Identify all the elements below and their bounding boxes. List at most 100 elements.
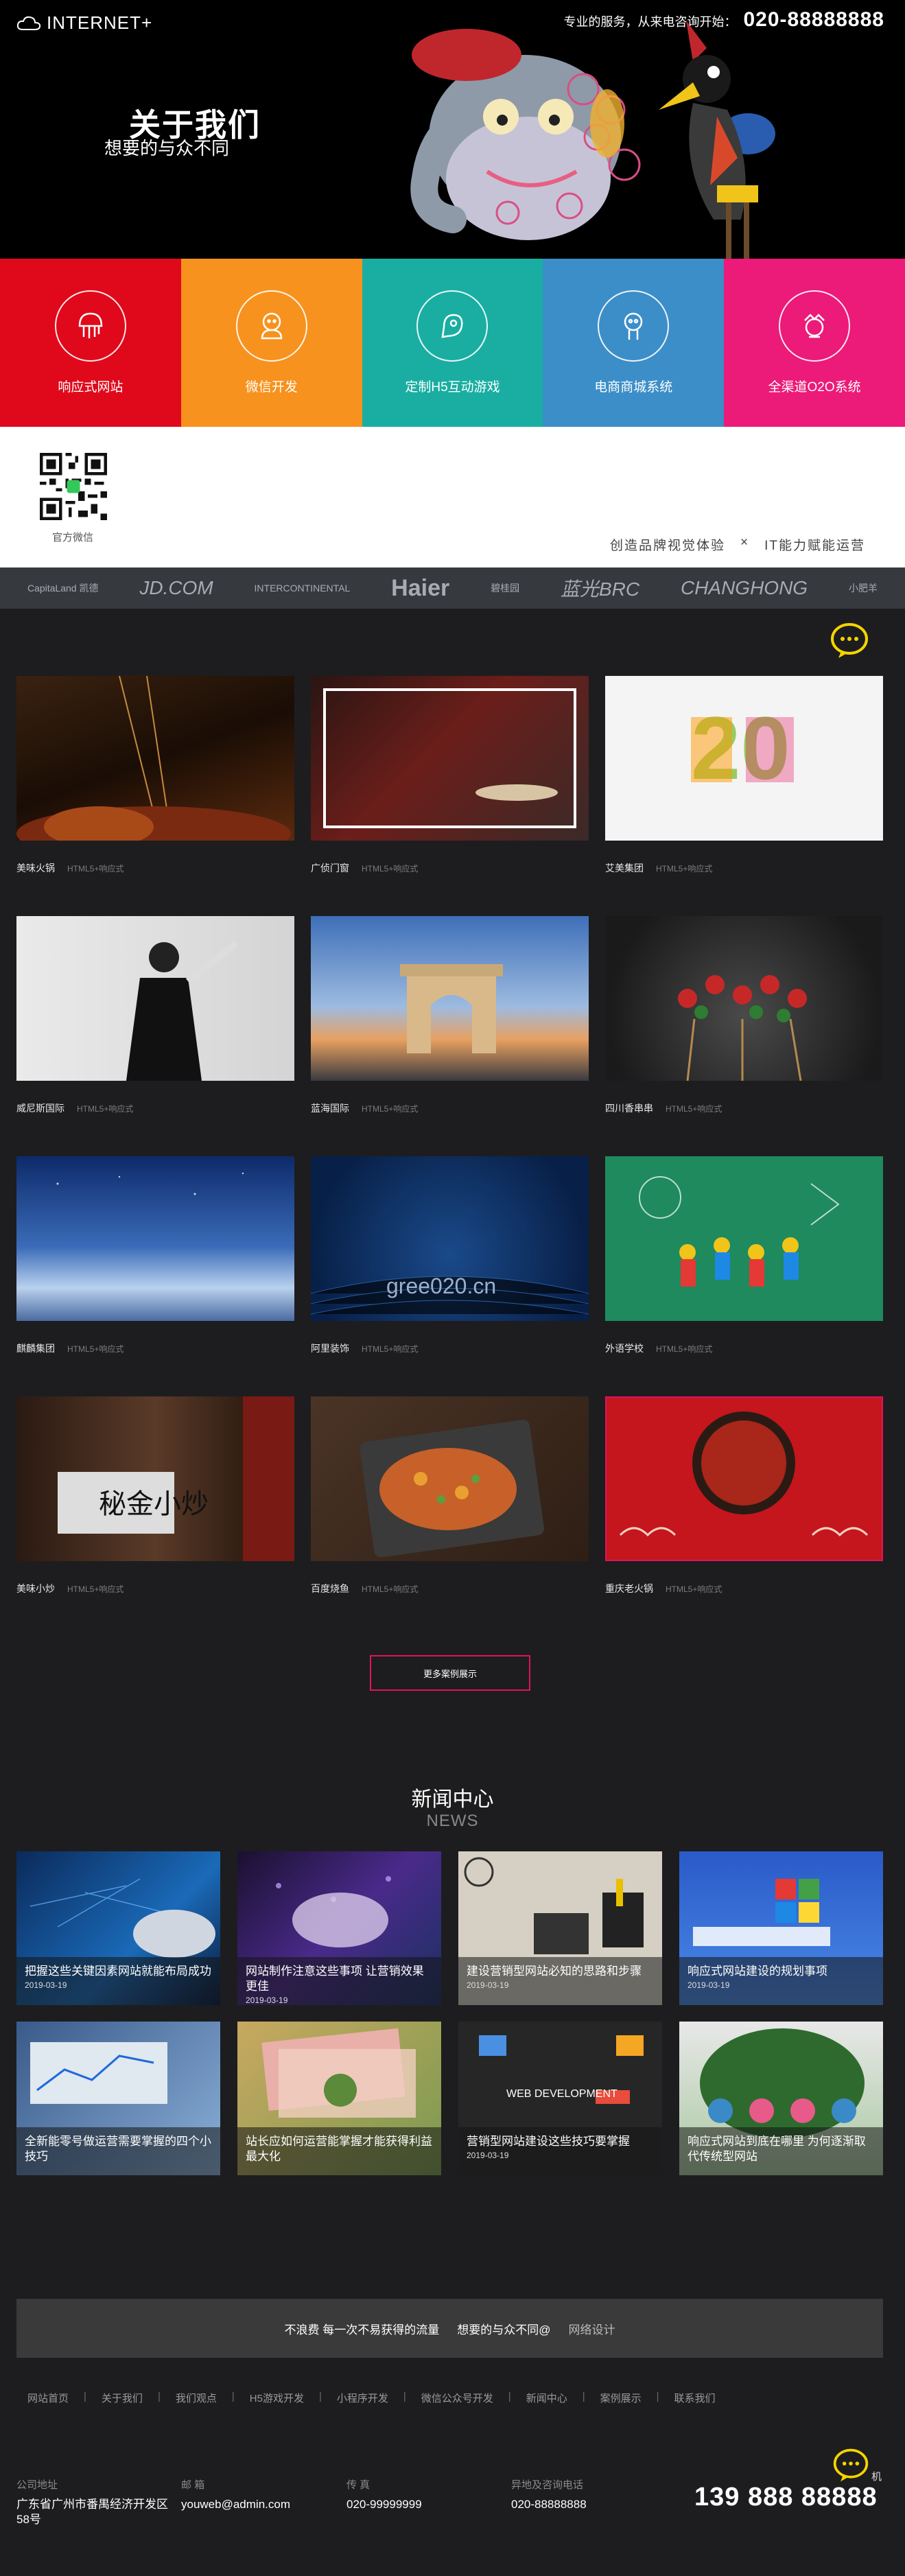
service-responsive-site[interactable]: 响应式网站	[0, 259, 181, 427]
service-h5-game[interactable]: 定制H5互动游戏	[362, 259, 543, 427]
case-name: 阿里装饰	[311, 1343, 349, 1354]
case-card[interactable]: 广侦门窗 HTML5+响应式	[311, 676, 589, 875]
services-bar: 响应式网站 微信开发 定制H5互动游戏 电商商城系统 全渠道O2O系统	[0, 259, 905, 427]
case-thumbnail	[311, 676, 589, 841]
contact-label: 公司地址	[16, 2479, 58, 2491]
news-subtitle: NEWS	[426, 1812, 479, 1830]
contact-label: 邮 箱	[181, 2479, 205, 2491]
news-card[interactable]: 响应式网站到底在哪里 为何逐渐取代传统型网站	[679, 2022, 883, 2175]
news-title-text: 网站制作注意这些事项 让营销效果更佳	[246, 1965, 424, 1993]
case-card[interactable]: 威尼斯国际 HTML5+响应式	[16, 916, 294, 1115]
case-thumbnail	[605, 1156, 883, 1321]
case-card[interactable]: 20 艾美集团 HTML5+响应式	[605, 676, 883, 875]
service-wechat-dev[interactable]: 微信开发	[180, 259, 362, 427]
case-card[interactable]: 秘金小炒 美味小炒 HTML5+响应式	[16, 1396, 294, 1595]
partner-logo[interactable]: Haier	[391, 575, 449, 602]
case-thumbnail: 秘金小炒	[16, 1396, 294, 1561]
case-poster-char: 秘金小炒	[99, 1488, 209, 1520]
case-name: 外语学校	[605, 1343, 644, 1354]
footer-big-phone[interactable]: 139 888 88888	[694, 2483, 878, 2512]
footer-link-contact[interactable]: 联系我们	[674, 2391, 716, 2405]
chat-bubble-icon[interactable]	[832, 2446, 870, 2484]
news-card[interactable]: 响应式网站建设的规划事项 2019-03-19	[679, 1851, 883, 2005]
partner-logo[interactable]: JD.COM	[139, 577, 213, 599]
contact-value[interactable]: 020-88888888	[511, 2497, 587, 2512]
partner-logo[interactable]: CHANGHONG	[681, 577, 808, 599]
partner-logo[interactable]: 碧桂园	[491, 581, 519, 595]
news-title: 新闻中心	[411, 1788, 494, 1811]
contact-address: 公司地址 广东省广州市番禺经济开发区58号	[16, 2477, 174, 2527]
case-tag: HTML5+响应式	[67, 1344, 124, 1354]
service-label: 电商商城系统	[594, 380, 673, 395]
hero-banner: INTERNET+ 专业的服务，从来电咨询开始： 020-88888888 关于…	[0, 0, 905, 259]
news-title-text: 响应式网站到底在哪里 为何逐渐取代传统型网站	[687, 2135, 866, 2163]
o2o-character-icon	[779, 290, 851, 362]
case-thumbnail	[16, 676, 294, 841]
case-name: 重庆老火锅	[605, 1583, 653, 1594]
contact-label: 异地及咨询电话	[511, 2479, 584, 2491]
news-card[interactable]: 站长应如何运营能掌握才能获得利益最大化	[237, 2022, 441, 2175]
case-card[interactable]: 外语学校 HTML5+响应式	[605, 1156, 883, 1355]
slogan-separator: ×	[740, 535, 750, 550]
footer-banner: 不浪费 每一次不易获得的流量 想要的与众不同@ 网络设计	[16, 2299, 883, 2358]
game-character-icon	[416, 290, 489, 362]
case-card[interactable]: 美味火锅 HTML5+响应式	[16, 676, 294, 875]
qr-caption: 官方微信	[52, 532, 94, 543]
news-date: 2019-03-19	[687, 1980, 730, 1990]
contact-email: 邮 箱 youweb@admin.com	[181, 2477, 290, 2512]
more-cases-button[interactable]: 更多案例展示	[370, 1655, 530, 1691]
case-thumbnail: gree020.cn	[311, 1156, 589, 1321]
logo[interactable]: INTERNET+	[16, 12, 152, 34]
slogan-left: 创造品牌视觉体验	[609, 539, 725, 553]
news-card[interactable]: 全新能零号做运营需要掌握的四个小技巧	[16, 2022, 220, 2175]
qr-code-image	[40, 453, 107, 520]
partner-logo[interactable]: 蓝光BRC	[561, 574, 639, 602]
service-label: 微信开发	[245, 380, 298, 395]
case-card[interactable]: 四川香串串 HTML5+响应式	[605, 916, 883, 1115]
case-card[interactable]: 百度烧鱼 HTML5+响应式	[311, 1396, 589, 1595]
footer-link-h5[interactable]: H5游戏开发	[250, 2391, 304, 2405]
slogan-right: IT能力赋能运营	[764, 539, 865, 553]
news-title-text: 营销型网站建设这些技巧要掌握	[467, 2135, 630, 2148]
case-tag: HTML5+响应式	[362, 1104, 419, 1114]
nav-separator: |	[84, 2391, 86, 2402]
nav-separator: |	[508, 2391, 511, 2402]
news-title-text: 站长应如何运营能掌握才能获得利益最大化	[246, 2135, 432, 2163]
partner-logo[interactable]: 小肥羊	[849, 581, 878, 595]
footer-link-home[interactable]: 网站首页	[27, 2391, 69, 2405]
service-ecommerce[interactable]: 电商商城系统	[543, 259, 725, 427]
footer-link-wechat[interactable]: 微信公众号开发	[421, 2391, 493, 2405]
nav-separator: |	[582, 2391, 585, 2402]
contact-value: 020-99999999	[346, 2498, 422, 2511]
case-thumbnail	[605, 916, 883, 1081]
partner-logo[interactable]: INTERCONTINENTAL	[255, 583, 351, 594]
news-card[interactable]: 把握这些关键因素网站就能布局成功 2019-03-19	[16, 1851, 220, 2005]
case-card[interactable]: 蓝海国际 HTML5+响应式	[311, 916, 589, 1115]
footer-link-views[interactable]: 我们观点	[176, 2391, 217, 2405]
nav-separator: |	[157, 2391, 161, 2402]
contact-value[interactable]: youweb@admin.com	[181, 2497, 290, 2512]
footer-link-cases[interactable]: 案例展示	[600, 2391, 642, 2405]
footer-link-about[interactable]: 关于我们	[102, 2391, 143, 2405]
case-card[interactable]: 重庆老火锅 HTML5+响应式	[605, 1396, 883, 1595]
chat-bubble-icon[interactable]	[829, 620, 870, 661]
slogan: 创造品牌视觉体验 × IT能力赋能运营	[610, 535, 865, 554]
svg-text:WEB DEVELOPMENT: WEB DEVELOPMENT	[506, 2088, 618, 2100]
case-card[interactable]: 麒麟集团 HTML5+响应式	[16, 1156, 294, 1355]
service-o2o[interactable]: 全渠道O2O系统	[724, 259, 905, 427]
contact-label: 传 真	[346, 2479, 371, 2491]
footer-link-news[interactable]: 新闻中心	[526, 2391, 567, 2405]
news-card[interactable]: 网站制作注意这些事项 让营销效果更佳 2019-03-19	[237, 1851, 441, 2005]
case-tag: HTML5+响应式	[362, 1584, 419, 1594]
news-card[interactable]: 建设营销型网站必知的思路和步骤 2019-03-19	[458, 1851, 662, 2005]
news-title-text: 把握这些关键因素网站就能布局成功	[25, 1965, 211, 1978]
partner-logo[interactable]: CapitaLand 凯德	[27, 581, 99, 595]
news-card[interactable]: WEB DEVELOPMENT 营销型网站建设这些技巧要掌握 2019-03-19	[458, 2022, 662, 2175]
contact-fax: 传 真 020-99999999	[346, 2477, 422, 2512]
case-tag: HTML5+响应式	[67, 1584, 124, 1594]
nav-separator: |	[318, 2391, 322, 2402]
footer-link-miniapp[interactable]: 小程序开发	[337, 2391, 388, 2405]
hero-illustration	[410, 21, 775, 259]
case-card[interactable]: gree020.cn 阿里装饰 HTML5+响应式	[311, 1156, 589, 1355]
case-thumbnail	[605, 1396, 883, 1561]
